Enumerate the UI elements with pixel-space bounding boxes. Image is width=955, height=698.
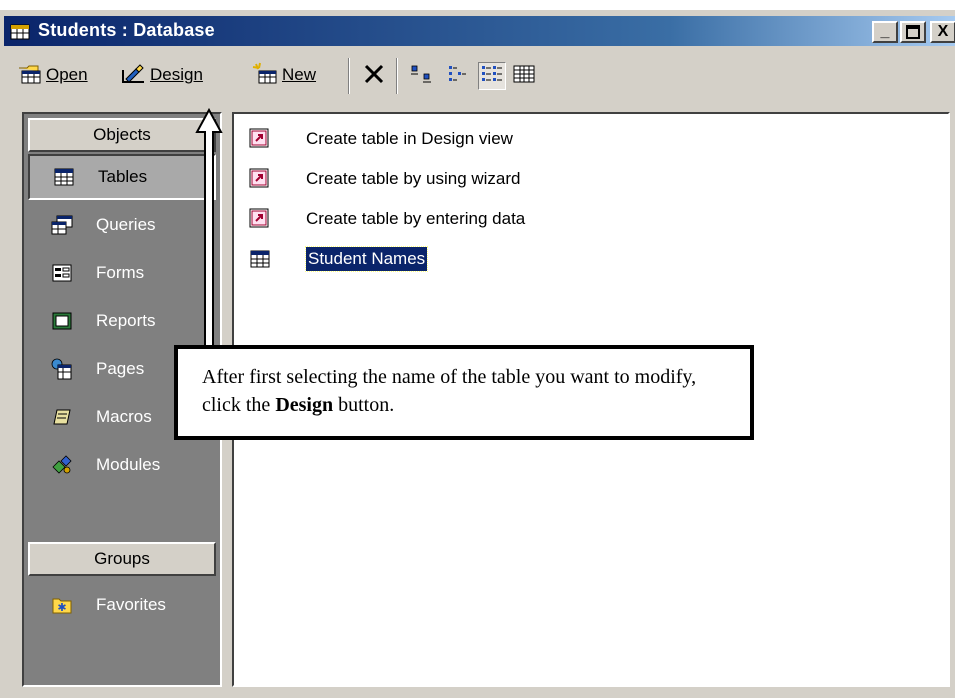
- small-icons-icon: [446, 64, 470, 89]
- list-view-icon: [480, 64, 504, 89]
- delete-button[interactable]: [360, 62, 388, 90]
- form-icon: [50, 262, 74, 284]
- list-item[interactable]: Create table in Design view: [246, 124, 513, 154]
- group-item-label: Favorites: [96, 595, 166, 614]
- new-label: New: [282, 65, 317, 84]
- object-item-forms[interactable]: Forms: [28, 250, 216, 296]
- new-icon: [252, 62, 278, 89]
- module-icon: [50, 454, 74, 476]
- groups-header[interactable]: Groups: [28, 542, 216, 576]
- table-icon: [246, 245, 274, 273]
- details-view-button[interactable]: [510, 62, 538, 90]
- object-item-queries[interactable]: Queries: [28, 202, 216, 248]
- query-icon: [50, 214, 74, 236]
- minimize-button[interactable]: _: [872, 21, 898, 43]
- close-button[interactable]: X: [930, 21, 955, 43]
- open-label: Open: [46, 65, 88, 84]
- list-item-label: Student Names: [304, 246, 429, 272]
- list-item-student-names[interactable]: Student Names: [246, 244, 429, 274]
- object-item-label: Reports: [96, 311, 156, 330]
- open-button[interactable]: Open: [18, 60, 88, 90]
- callout-bold: Design: [275, 394, 334, 416]
- shortcut-icon: [246, 205, 274, 233]
- list-item[interactable]: Create table by entering data: [246, 204, 525, 234]
- group-item-favorites[interactable]: ✱ Favorites: [28, 582, 216, 628]
- delete-icon: [363, 63, 385, 90]
- title-bar[interactable]: Students : Database _ X: [4, 16, 955, 46]
- toolbar: Open Design New: [4, 50, 955, 102]
- objects-header[interactable]: Objects: [28, 118, 216, 152]
- macro-icon: [50, 406, 74, 428]
- annotation-arrow: [195, 108, 223, 347]
- design-label: Design: [150, 65, 203, 84]
- shortcut-icon: [246, 165, 274, 193]
- list-view-button[interactable]: [478, 62, 506, 90]
- list-item-label: Create table by using wizard: [306, 169, 521, 188]
- window-title: Students : Database: [38, 20, 215, 40]
- object-item-label: Modules: [96, 455, 161, 474]
- svg-text:✱: ✱: [57, 601, 66, 614]
- report-icon: [50, 310, 74, 332]
- object-item-label: Pages: [96, 359, 145, 378]
- design-icon: [120, 62, 146, 89]
- callout-text-end: button.: [333, 394, 395, 416]
- maximize-button[interactable]: [900, 21, 926, 43]
- object-item-label: Queries: [96, 215, 156, 234]
- toolbar-separator: [348, 58, 350, 94]
- favorites-icon: ✱: [50, 594, 74, 616]
- table-icon: [52, 166, 76, 188]
- design-button[interactable]: Design: [120, 60, 203, 90]
- list-item-label: Create table in Design view: [306, 129, 513, 148]
- object-item-reports[interactable]: Reports: [28, 298, 216, 344]
- open-icon: [18, 62, 42, 89]
- object-item-label: Macros: [96, 407, 152, 426]
- page-icon: [50, 358, 74, 380]
- database-icon: [10, 22, 30, 40]
- shortcut-icon: [246, 125, 274, 153]
- instruction-callout: After first selecting the name of the ta…: [174, 345, 754, 440]
- large-icons-button[interactable]: [408, 62, 436, 90]
- object-item-tables[interactable]: Tables: [28, 154, 216, 200]
- list-item[interactable]: Create table by using wizard: [246, 164, 521, 194]
- new-button[interactable]: New: [252, 60, 316, 90]
- object-item-label: Tables: [98, 167, 148, 186]
- details-view-icon: [512, 64, 536, 89]
- toolbar-separator: [396, 58, 398, 94]
- object-item-modules[interactable]: Modules: [28, 442, 216, 488]
- object-item-label: Forms: [96, 263, 145, 282]
- list-item-label: Create table by entering data: [306, 209, 526, 228]
- large-icons-icon: [410, 64, 434, 89]
- small-icons-button[interactable]: [444, 62, 472, 90]
